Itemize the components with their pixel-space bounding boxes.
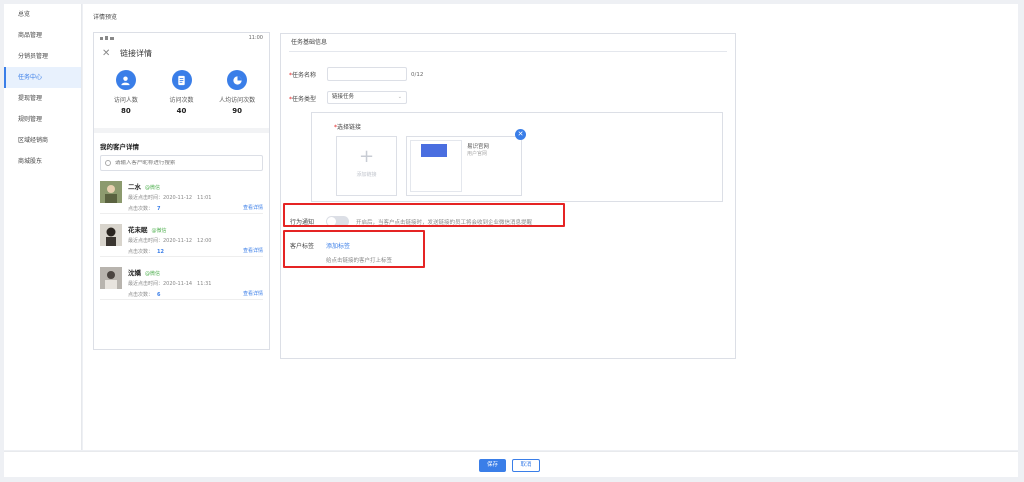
- footer-bar: 保存 取消: [4, 451, 1018, 477]
- view-detail-link[interactable]: 查看详情: [243, 290, 263, 297]
- stat-value: 40: [176, 107, 187, 115]
- list-item: 花未眠 @微信 最近点击时间：2020-11-12 12:00 点击次数： 12 …: [100, 214, 263, 257]
- link-thumbnail: [410, 140, 462, 192]
- sidebar-item-regional-dealers[interactable]: 区域经销商: [4, 130, 81, 151]
- phone-status-bar: 11:00: [94, 33, 269, 43]
- highlight-box: [283, 203, 565, 227]
- sidebar-item-withdrawals[interactable]: 提现管理: [4, 88, 81, 109]
- person-icon: [115, 70, 136, 90]
- search-icon: [105, 160, 111, 166]
- save-button[interactable]: 保存: [479, 459, 506, 472]
- stat-label: 访问次数: [169, 97, 194, 104]
- highlight-box: [283, 230, 425, 268]
- status-time: 11:00: [248, 35, 263, 41]
- stat-visits: 访问次数 40: [154, 70, 210, 128]
- sidebar-item-distributors[interactable]: 分销员管理: [4, 46, 81, 67]
- customer-name: 二水: [128, 183, 141, 191]
- customer-name: 花未眠: [128, 226, 148, 234]
- sidebar-item-overview[interactable]: 总览: [4, 4, 81, 25]
- click-count-value: 7: [157, 206, 161, 212]
- signal-icon: [100, 36, 114, 40]
- avatar: [100, 267, 122, 289]
- task-name-label: *任务名称: [289, 72, 317, 79]
- last-click-time: 最近点击时间：2020-11-12 12:00: [128, 238, 212, 244]
- stat-label: 访问人数: [113, 97, 138, 104]
- main-panel: 详情预览 11:00 ✕ 链接详情 访问人数 80 访问次数 40 人均访问次数…: [83, 4, 1018, 450]
- last-click-time: 最近点击时间：2020-11-12 11:01: [128, 195, 212, 201]
- click-count-value: 12: [157, 249, 164, 255]
- document-icon: [171, 70, 192, 90]
- selected-link-card[interactable]: 易识官网 用户官网: [406, 136, 522, 196]
- click-count-value: 6: [157, 292, 161, 298]
- customer-tag: @微信: [145, 271, 161, 277]
- click-count-label: 点击次数：: [128, 292, 154, 298]
- form-section-title: 任务基础信息: [289, 34, 727, 52]
- sidebar-item-shareholders[interactable]: 商城股东: [4, 151, 81, 172]
- task-name-input[interactable]: [328, 68, 406, 80]
- stat-value: 80: [120, 107, 131, 115]
- click-count-label: 点击次数：: [128, 206, 154, 212]
- pie-chart-icon: [227, 70, 248, 90]
- page-title: 详情预览: [93, 14, 118, 21]
- view-detail-link[interactable]: 查看详情: [243, 247, 263, 254]
- remove-link-button[interactable]: ✕: [515, 129, 526, 140]
- click-count-label: 点击次数：: [128, 249, 154, 255]
- stat-label: 人均访问次数: [219, 97, 256, 104]
- stat-visitors: 访问人数 80: [98, 70, 154, 128]
- task-type-label: *任务类型: [289, 96, 317, 103]
- phone-preview: 11:00 ✕ 链接详情 访问人数 80 访问次数 40 人均访问次数 90 我…: [93, 32, 270, 350]
- phone-header: ✕ 链接详情: [94, 43, 269, 64]
- list-item: 二水 @微信 最近点击时间：2020-11-12 11:01 点击次数： 7 查看…: [100, 171, 263, 214]
- task-form: 任务基础信息 *任务名称 0/12 *任务类型 链接任务 ⌄ *选择链接 + 添…: [280, 33, 736, 359]
- sidebar-item-rules[interactable]: 规则管理: [4, 109, 81, 130]
- link-title: 易识官网: [467, 144, 490, 150]
- task-type-value: 链接任务: [332, 94, 355, 100]
- task-type-select[interactable]: 链接任务 ⌄: [327, 91, 407, 104]
- customers-title: 我的客户详情: [100, 143, 139, 151]
- customer-search[interactable]: [100, 155, 263, 171]
- plus-icon: +: [358, 146, 375, 167]
- add-link-label: 添加链接: [356, 172, 377, 178]
- customer-tag: @微信: [151, 228, 167, 234]
- link-subtitle: 用户官网: [467, 151, 488, 157]
- cancel-button[interactable]: 取消: [512, 459, 540, 472]
- phone-title: 链接详情: [120, 49, 152, 58]
- stats-row: 访问人数 80 访问次数 40 人均访问次数 90: [94, 64, 269, 128]
- search-input[interactable]: [114, 160, 262, 166]
- add-link-button[interactable]: + 添加链接: [336, 136, 397, 196]
- close-icon[interactable]: ✕: [102, 48, 114, 59]
- list-item: 沈嬌 @微信 最近点击时间：2020-11-14 11:31 点击次数： 6 查看…: [100, 257, 263, 300]
- link-selector: *选择链接 + 添加链接 易识官网 用户官网 ✕: [311, 112, 723, 202]
- select-link-label: *选择链接: [334, 124, 362, 131]
- stat-avg-visits: 人均访问次数 90: [209, 70, 265, 128]
- customer-name: 沈嬌: [128, 269, 141, 277]
- task-name-field[interactable]: [327, 67, 407, 81]
- avatar: [100, 224, 122, 246]
- stat-value: 90: [232, 107, 243, 115]
- sidebar-item-task-center[interactable]: 任务中心: [4, 67, 81, 88]
- sidebar: 总览 商品管理 分销员管理 任务中心 提现管理 规则管理 区域经销商 商城股东: [4, 4, 82, 450]
- view-detail-link[interactable]: 查看详情: [243, 204, 263, 211]
- avatar: [100, 181, 122, 203]
- last-click-time: 最近点击时间：2020-11-14 11:31: [128, 281, 212, 287]
- sidebar-item-products[interactable]: 商品管理: [4, 25, 81, 46]
- customer-tag: @微信: [145, 185, 161, 191]
- chevron-down-icon: ⌄: [397, 94, 402, 100]
- task-name-counter: 0/12: [411, 72, 424, 78]
